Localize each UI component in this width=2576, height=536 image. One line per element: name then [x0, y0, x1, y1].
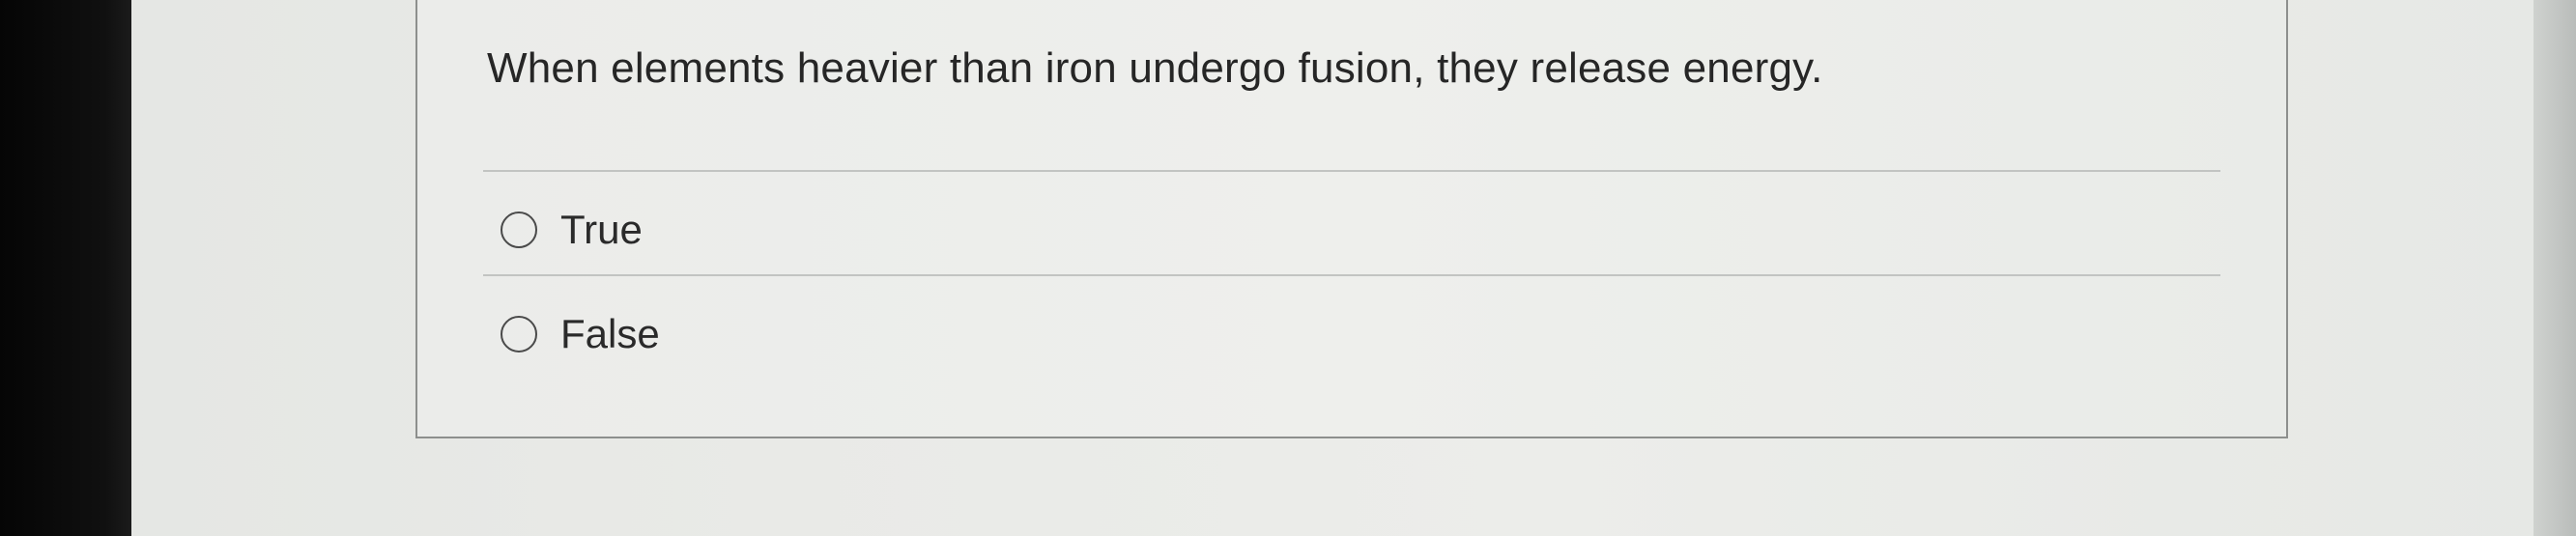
screen-edge-right	[2533, 0, 2576, 536]
answer-option-true[interactable]: True	[501, 201, 643, 259]
radio-button-false[interactable]	[501, 316, 537, 353]
answer-label-false: False	[560, 311, 660, 356]
divider	[483, 170, 2220, 172]
answer-option-false[interactable]: False	[501, 305, 660, 363]
screen-bezel-left	[0, 0, 131, 536]
question-text: When elements heavier than iron undergo …	[487, 44, 1823, 92]
question-card: When elements heavier than iron undergo …	[415, 0, 2288, 438]
answer-label-true: True	[560, 207, 643, 252]
radio-button-true[interactable]	[501, 212, 537, 248]
divider	[483, 274, 2220, 276]
